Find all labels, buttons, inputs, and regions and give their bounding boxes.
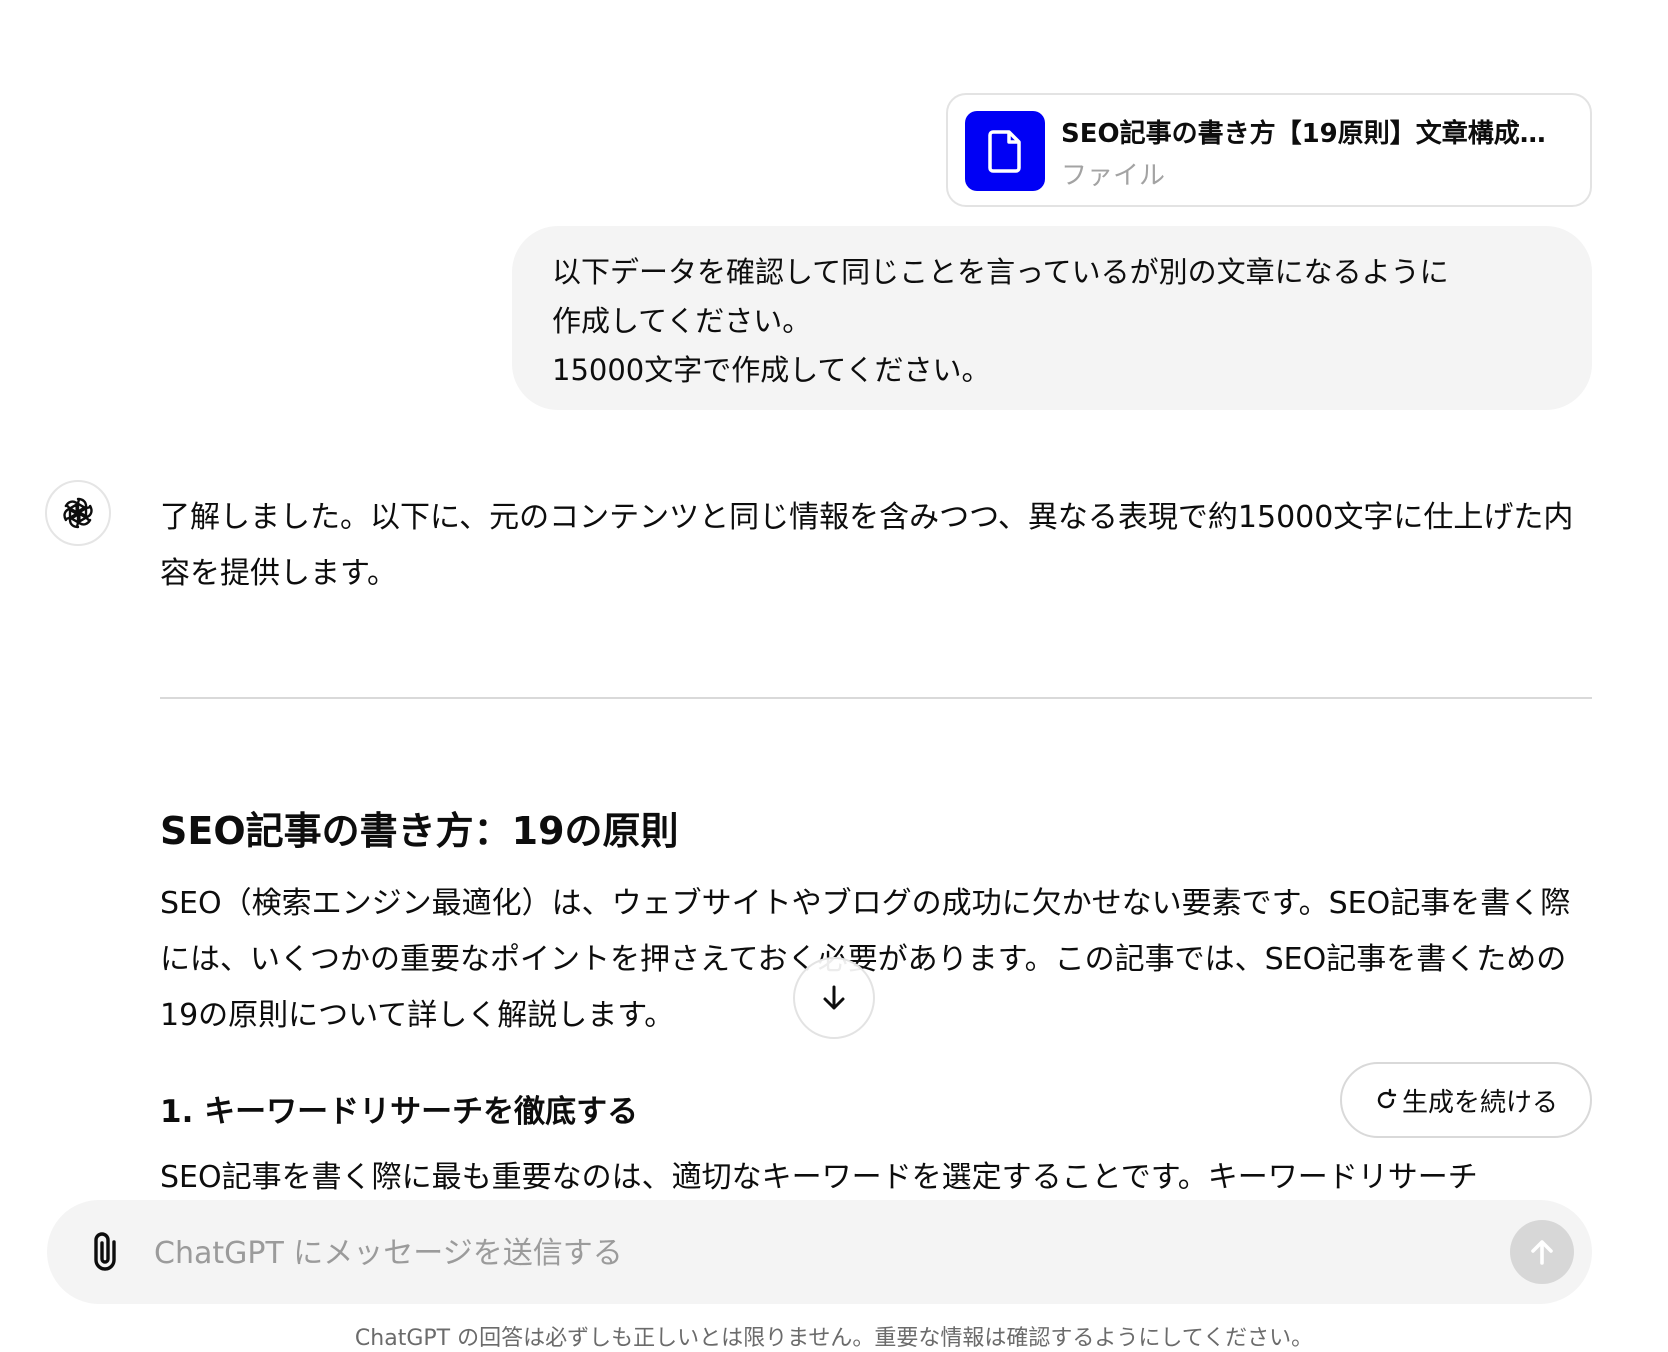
send-button[interactable] [1510, 1220, 1574, 1284]
arrow-up-icon [1531, 1240, 1553, 1265]
refresh-icon [1377, 1088, 1397, 1109]
chat-page: SEO記事の書き方【19原則】文章構成から装飾まで網羅した完全ガイド ファイル … [0, 0, 1668, 1352]
file-attachment-card[interactable]: SEO記事の書き方【19原則】文章構成から装飾まで網羅した完全ガイド ファイル [946, 93, 1592, 207]
assistant-intro-text: 了解しました。以下に、元のコンテンツと同じ情報を含みつつ、異なる表現で約1500… [160, 500, 1574, 591]
divider [160, 697, 1592, 699]
user-message-line: 作成してください。 [552, 304, 812, 338]
disclaimer-text: ChatGPT の回答は必ずしも正しいとは限りません。重要な情報は確認するように… [354, 1326, 1314, 1351]
article-subheading: 1. キーワードリサーチを徹底する [160, 1094, 639, 1130]
arrow-down-icon [823, 985, 845, 1010]
article-heading: SEO記事の書き方：19の原則 [160, 809, 679, 853]
file-type-label: ファイル [1061, 161, 1166, 191]
file-icon [965, 111, 1045, 191]
user-message-line: 以下データを確認して同じことを言っているが別の文章になるように [552, 255, 1449, 289]
paperclip-icon[interactable] [83, 1228, 131, 1276]
article-paragraph: SEO（検索エンジン最適化）は、ウェブサイトやブログの成功に欠かせない要素です。… [160, 886, 1571, 1033]
message-input[interactable] [152, 1222, 1406, 1284]
continue-generating-label: 生成を続ける [1401, 1087, 1558, 1118]
file-name: SEO記事の書き方【19原則】文章構成から装飾まで網羅した完全ガイド [1061, 119, 1566, 149]
scroll-down-button[interactable] [793, 957, 875, 1039]
message-composer [47, 1200, 1592, 1304]
user-message-line: 15000文字で作成してください。 [552, 353, 991, 387]
assistant-message: 了解しました。以下に、元のコンテンツと同じ情報を含みつつ、異なる表現で約1500… [160, 490, 1592, 602]
user-message-bubble: 以下データを確認して同じことを言っているが別の文章になるように 作成してください… [512, 226, 1592, 410]
continue-generating-button[interactable]: 生成を続ける [1340, 1062, 1592, 1138]
openai-logo-icon [45, 480, 111, 546]
